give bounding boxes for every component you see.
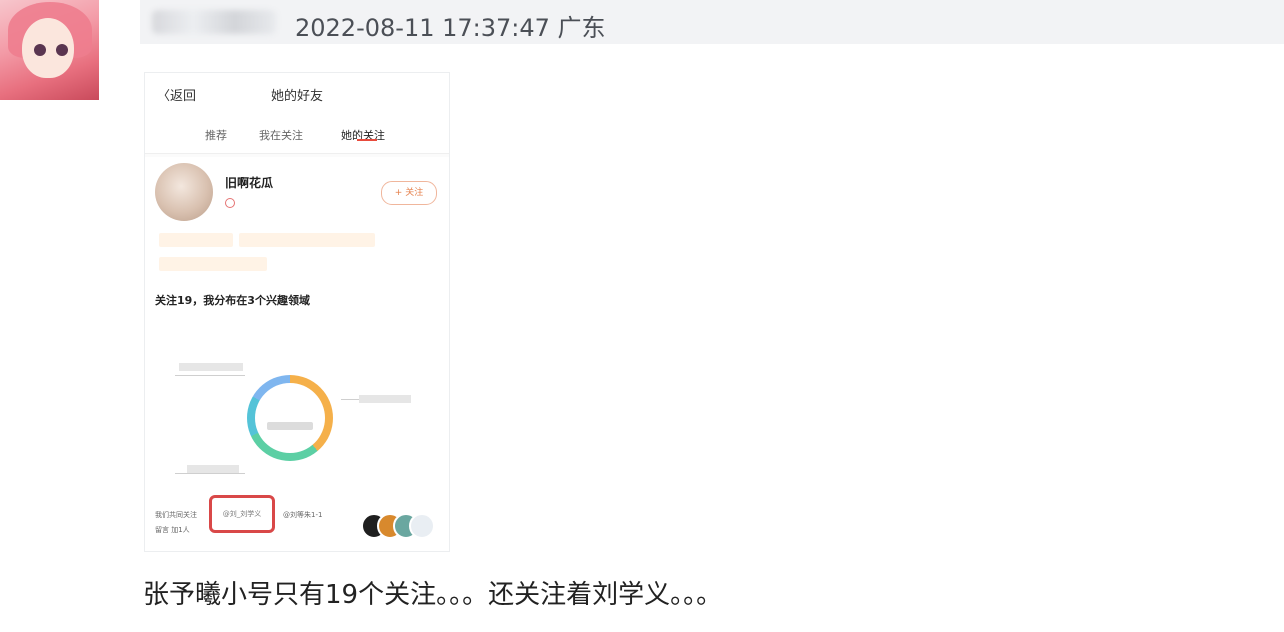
section-title: 关注19，我分布在3个兴趣领域: [155, 294, 310, 307]
active-tab-indicator: [357, 139, 377, 141]
profile-tag: [239, 233, 375, 247]
common-following-label: 我们共同关注: [155, 511, 197, 519]
profile-avatar: [155, 163, 213, 221]
callout-label: [187, 465, 239, 473]
callout-label: [359, 395, 411, 403]
gender-icon: [225, 198, 235, 208]
callout-label: [179, 363, 243, 371]
post-caption: 张予曦小号只有19个关注。。。还关注着刘学义。。。: [143, 580, 723, 610]
follow-button: + 关注: [381, 181, 437, 205]
callout-line: [175, 375, 245, 376]
tab-recommend: 推荐: [205, 129, 227, 142]
avatar-eye-right: [56, 44, 68, 56]
avatar-eye-left: [34, 44, 46, 56]
post-timestamp-location: 2022-08-11 17:37:47 广东: [295, 14, 606, 42]
screenshot-tabs: 推荐 我在关注 她的关注: [145, 117, 449, 154]
callout-line: [175, 473, 245, 474]
embedded-screenshot[interactable]: 〈返回 她的好友 推荐 我在关注 她的关注 旧啊花瓜 + 关注 关注19，我分布…: [144, 72, 450, 552]
profile-tag: [159, 257, 267, 271]
tab-my-following: 我在关注: [259, 129, 303, 142]
highlighted-mention: @刘_刘学义: [209, 495, 275, 533]
mention-suffix: @刘等朱1-1: [283, 511, 323, 519]
profile-tag: [159, 233, 233, 247]
donut-hole: [255, 383, 325, 453]
screenshot-topbar: 〈返回 她的好友: [145, 73, 449, 117]
blurred-username: [152, 10, 276, 34]
common-following-count: 留言 加1人: [155, 526, 190, 534]
mini-avatar: [409, 513, 435, 539]
donut-center-label: [267, 422, 313, 430]
screenshot-title: 她的好友: [270, 89, 323, 104]
profile-name: 旧啊花瓜: [225, 176, 274, 190]
user-avatar[interactable]: [0, 0, 99, 100]
interest-donut-chart: [247, 375, 333, 461]
